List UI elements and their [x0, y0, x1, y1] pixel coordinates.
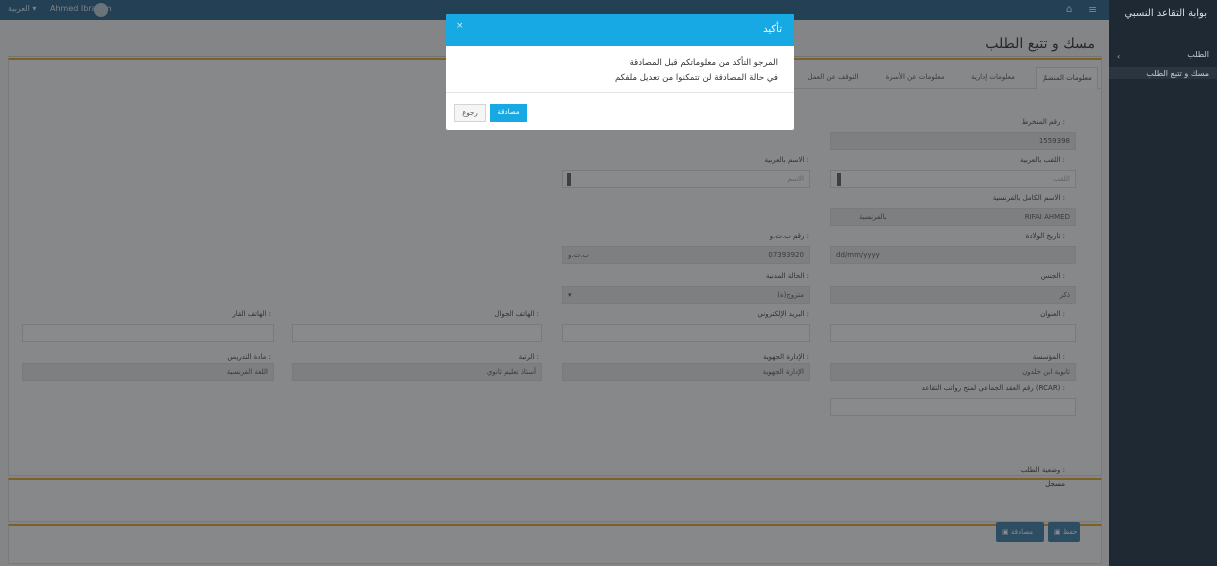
dialog-message-line-2: في حالة المصادقة لن تتمكنوا من تعديل ملف…	[615, 73, 778, 83]
sidebar-item-request[interactable]: الطلب	[1117, 50, 1209, 59]
sidebar-item-track-request[interactable]: مسك و تتبع الطلب	[1117, 69, 1209, 78]
sidebar: بوابة التقاعد النسبي الطلب ‹ مسك و تتبع …	[1109, 0, 1217, 566]
dialog-title: تأكيد	[763, 24, 782, 35]
chevron-left-icon: ‹	[1117, 52, 1121, 61]
dialog-message-line-1: المرجو التأكد من معلوماتكم قبل المصادقة	[629, 58, 778, 68]
confirm-dialog: × تأكيد المرجو التأكد من معلوماتكم قبل ا…	[446, 14, 794, 130]
divider	[446, 92, 794, 93]
close-icon[interactable]: ×	[456, 21, 464, 31]
back-button[interactable]: رجوع	[454, 104, 486, 122]
dialog-header: × تأكيد	[446, 14, 794, 46]
app-brand: بوابة التقاعد النسبي	[1124, 8, 1207, 19]
confirm-button[interactable]: مصادقة	[490, 104, 527, 122]
